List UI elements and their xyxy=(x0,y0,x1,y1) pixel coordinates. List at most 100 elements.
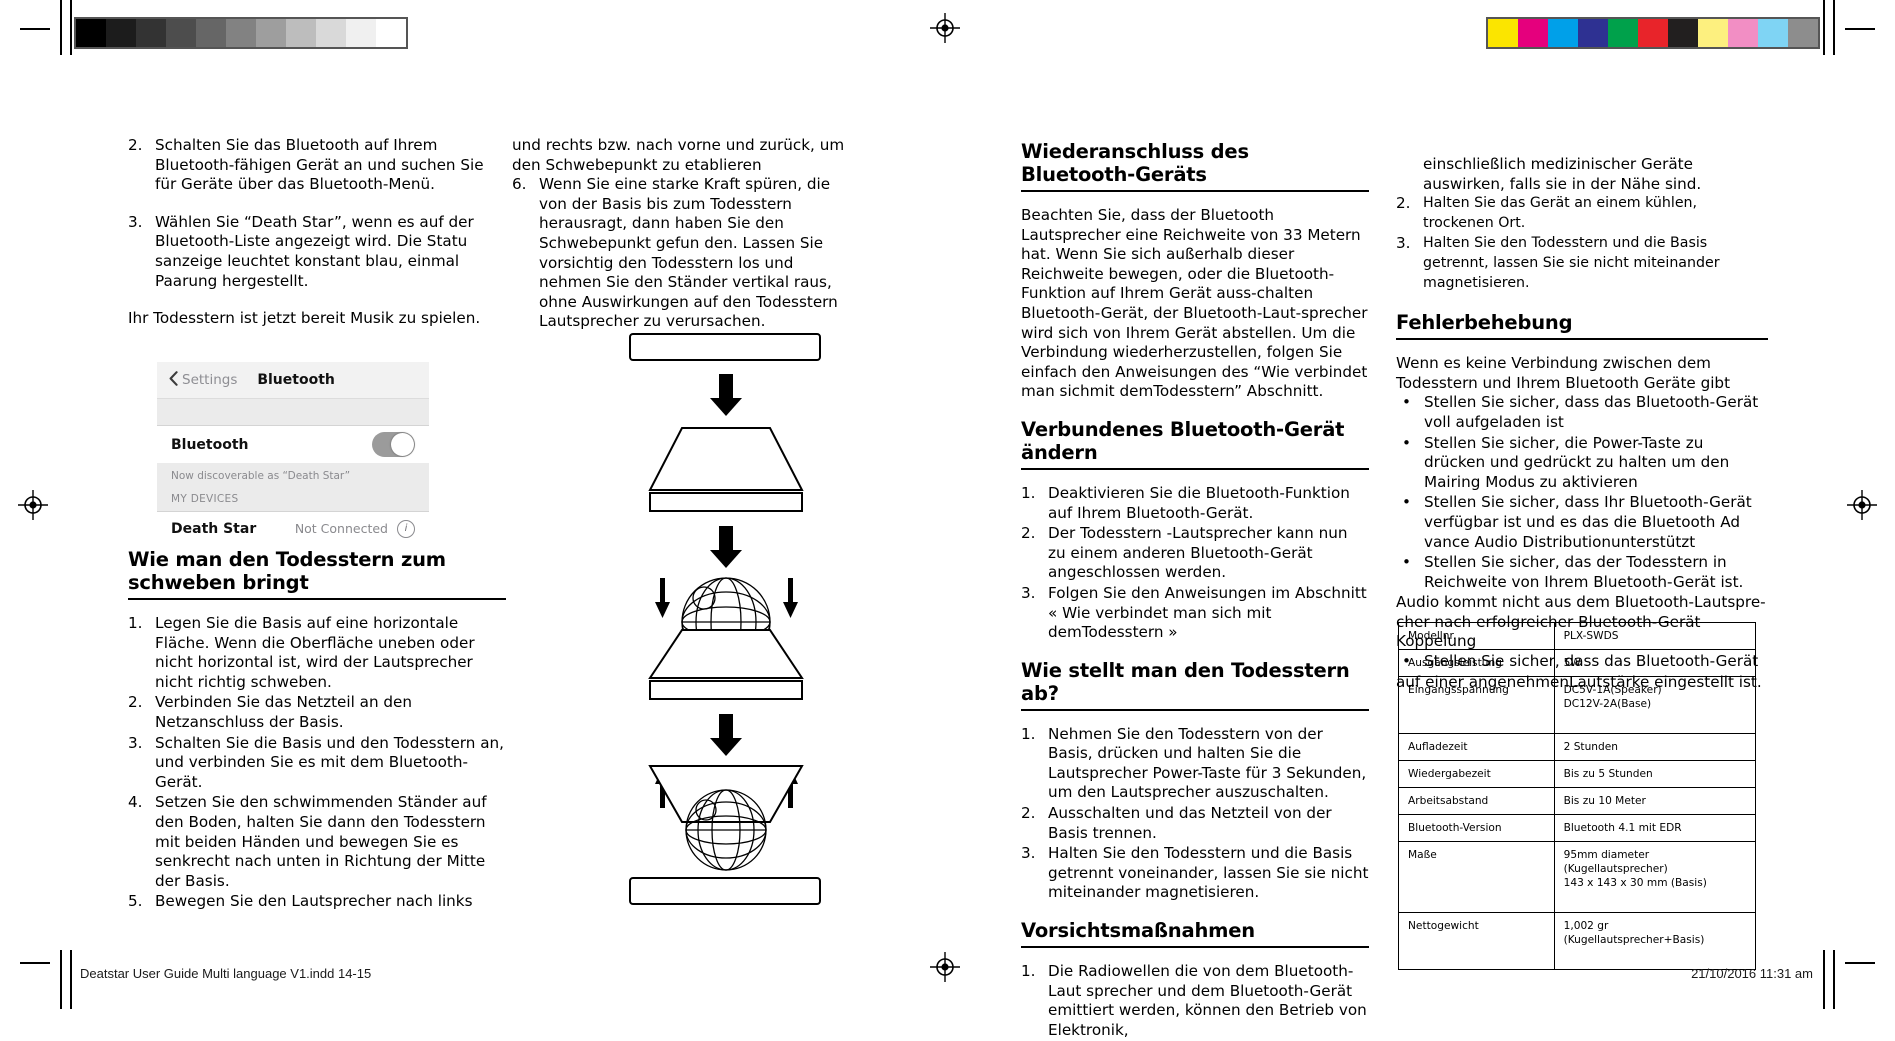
spec-value: Bis zu 5 Stunden xyxy=(1553,760,1757,788)
crop-mark-bottom-right-h xyxy=(1845,962,1875,964)
footer-timestamp: 21/10/2016 11:31 am xyxy=(1691,966,1813,981)
section-heading-levitation: Wie man den Todesstern zum schweben brin… xyxy=(128,548,446,594)
spec-key: Maße xyxy=(1398,841,1555,913)
gray-swatch-1 xyxy=(106,19,136,47)
list-marker: 2. xyxy=(128,693,143,712)
list-text: Legen Sie die Basis auf eine horizontale… xyxy=(155,614,475,691)
spec-value: 1,002 gr (Kugellautsprecher+Basis) xyxy=(1553,912,1757,970)
gray-swatch-10 xyxy=(376,19,406,47)
gray-swatch-2 xyxy=(136,19,166,47)
list-text: Stellen Sie sicher, die Power-Taste zu d… xyxy=(1424,433,1730,491)
list-marker: 1. xyxy=(1021,483,1036,502)
crop-mark-center-left-v xyxy=(70,0,72,55)
device-status: Not Connected xyxy=(294,521,388,536)
list-marker: 2. xyxy=(1021,524,1036,543)
spec-value: 95mm diameter (Kugellautsprecher) 143 x 14… xyxy=(1553,841,1757,913)
ready-note: Ihr Todesstern ist jetzt bereit Musik zu… xyxy=(128,309,481,328)
column-three: Wiederanschluss des Bluetooth-Geräts Bea… xyxy=(1021,140,1369,1041)
grayscale-calibration-bar xyxy=(74,17,408,49)
section-heading-reconnect: Wiederanschluss des Bluetooth-Geräts xyxy=(1021,140,1249,186)
list-item: 1. Nehmen Sie den Todesstern von der Bas… xyxy=(1021,725,1369,803)
col1-numbered-list-top: 2. Schalten Sie das Bluetooth auf Ihrem … xyxy=(128,136,506,291)
crop-mark-bottom-right-v xyxy=(1833,950,1835,1009)
heading-rule xyxy=(1396,338,1768,341)
bluetooth-toggle-switch[interactable] xyxy=(372,432,415,457)
bt-screen-title: Bluetooth xyxy=(257,372,335,388)
spec-key: Eingangsspannung xyxy=(1398,676,1555,734)
col2-numbered-list: 6. Wenn Sie eine starke Kraft spüren, di… xyxy=(512,175,847,332)
gray-swatch-0 xyxy=(76,19,106,47)
bluetooth-toggle-label: Bluetooth xyxy=(171,436,249,453)
list-item: • Stellen Sie sicher, dass das Bluetooth… xyxy=(1396,393,1768,432)
list-text: Halten Sie das Gerät an einem kühlen, tr… xyxy=(1423,195,1698,231)
list-item: 4. Setzen Sie den schwimmenden Ständer a… xyxy=(128,793,506,891)
registration-target-icon-right xyxy=(1847,490,1877,520)
list-marker: 3. xyxy=(128,212,143,231)
list-item: 3. Schalten Sie die Basis und den Todess… xyxy=(128,734,506,793)
list-text: Deaktivieren Sie die Bluetooth-Funktion … xyxy=(1048,483,1350,522)
spec-key: Ausgangsleistung xyxy=(1398,649,1555,677)
chevron-left-icon xyxy=(169,370,178,390)
list-item: 2. Ausschalten und das Netzteil von der … xyxy=(1021,804,1369,843)
crop-mark-bottom-left-v2 xyxy=(70,950,72,1009)
info-circle-icon[interactable]: i xyxy=(397,519,415,538)
back-label: Settings xyxy=(182,372,238,388)
column-two: und rechts bzw. nach vorne und zurück, u… xyxy=(512,136,847,333)
table-row: Nettogewicht 1,002 gr (Kugellautsprecher+… xyxy=(1398,912,1757,970)
col3-list-power-off: 1. Nehmen Sie den Todesstern von der Bas… xyxy=(1021,725,1369,903)
device-status-group: Not Connected i xyxy=(294,519,415,538)
color-swatch-0 xyxy=(1488,19,1518,47)
registration-target-icon-top xyxy=(930,13,960,43)
list-text: Folgen Sie den Anweisungen im Abschnitt … xyxy=(1048,583,1367,642)
list-marker: 2. xyxy=(1396,194,1411,213)
list-item: 3. Halten Sie den Todesstern und die Bas… xyxy=(1396,234,1768,293)
spec-key: Bluetooth-Version xyxy=(1398,814,1555,842)
color-swatch-7 xyxy=(1698,19,1728,47)
heading-rule xyxy=(128,598,506,600)
list-item: 2. Schalten Sie das Bluetooth auf Ihrem … xyxy=(128,136,506,195)
list-marker: 3. xyxy=(1021,583,1036,602)
color-swatch-10 xyxy=(1788,19,1818,47)
spec-value: 5W xyxy=(1553,649,1757,677)
list-text: Wenn Sie eine starke Kraft spüren, die v… xyxy=(539,175,838,331)
back-to-settings-button[interactable]: Settings xyxy=(169,370,238,390)
heading-rule xyxy=(1021,946,1369,949)
heading-rule xyxy=(1021,190,1369,192)
crop-mark-top-left-v xyxy=(60,0,62,55)
bluetooth-toggle-row[interactable]: Bluetooth xyxy=(157,425,429,463)
heading-rule xyxy=(1021,467,1369,470)
list-text: Stellen Sie sicher, dass Ihr Bluetooth-G… xyxy=(1424,493,1752,551)
crop-mark-bottom-left-v xyxy=(60,950,62,1009)
spec-key: Arbeitsabstand xyxy=(1398,787,1555,815)
color-swatch-4 xyxy=(1608,19,1638,47)
list-item: 2. Verbinden Sie das Netzteil an den Net… xyxy=(128,693,506,732)
table-row: Arbeitsabstand Bis zu 10 Meter xyxy=(1398,787,1757,815)
list-item: 3. Folgen Sie den Anweisungen im Abschni… xyxy=(1021,584,1369,643)
heading-rule xyxy=(1021,708,1369,711)
my-devices-header: MY DEVICES xyxy=(157,484,429,511)
gray-swatch-8 xyxy=(316,19,346,47)
list-marker: 1. xyxy=(128,614,143,632)
col4-bullet-list: • Stellen Sie sicher, dass das Bluetooth… xyxy=(1396,393,1768,592)
printed-page: 2. Schalten Sie das Bluetooth auf Ihrem … xyxy=(0,0,1895,1039)
list-item: 5. Bewegen Sie den Lautsprecher nach lin… xyxy=(128,892,506,912)
col1-steps-list: 1. Legen Sie die Basis auf eine horizont… xyxy=(128,614,506,912)
discoverable-note: Now discoverable as “Death Star” xyxy=(157,463,429,484)
list-text: Schalten Sie die Basis und den Todesster… xyxy=(155,733,504,791)
registration-target-icon-bottom xyxy=(930,952,960,982)
table-row: Ausgangsleistung 5W xyxy=(1398,649,1757,677)
list-item: 2. Der Todesstern -Lautsprecher kann nun… xyxy=(1021,524,1369,583)
list-item: 3. Wählen Sie “Death Star”, wenn es auf … xyxy=(128,213,506,291)
spec-value: PLX-SWDS xyxy=(1553,622,1757,650)
spec-value: DC5V-1A(Speaker) DC12V-2A(Base) xyxy=(1553,676,1757,734)
list-text: Verbinden Sie das Netzteil an den Netzan… xyxy=(155,693,413,731)
table-row: Aufladezeit 2 Stunden xyxy=(1398,733,1757,761)
col4-intro: Wenn es keine Verbindung zwischen dem To… xyxy=(1396,354,1731,392)
col3-paragraph-reconnect: Beachten Sie, dass der Bluetooth Lautspr… xyxy=(1021,206,1368,401)
footer-filename: Deatstar User Guide Multi language V1.in… xyxy=(80,966,372,981)
list-text: Stellen Sie sicher, das der Todesstern i… xyxy=(1424,553,1744,591)
list-marker: 2. xyxy=(1021,804,1036,823)
device-row-death-star[interactable]: Death Star Not Connected i xyxy=(157,511,429,545)
list-marker: 3. xyxy=(1021,844,1036,863)
table-row: Eingangsspannung DC5V-1A(Speaker) DC12V-2A… xyxy=(1398,676,1757,734)
